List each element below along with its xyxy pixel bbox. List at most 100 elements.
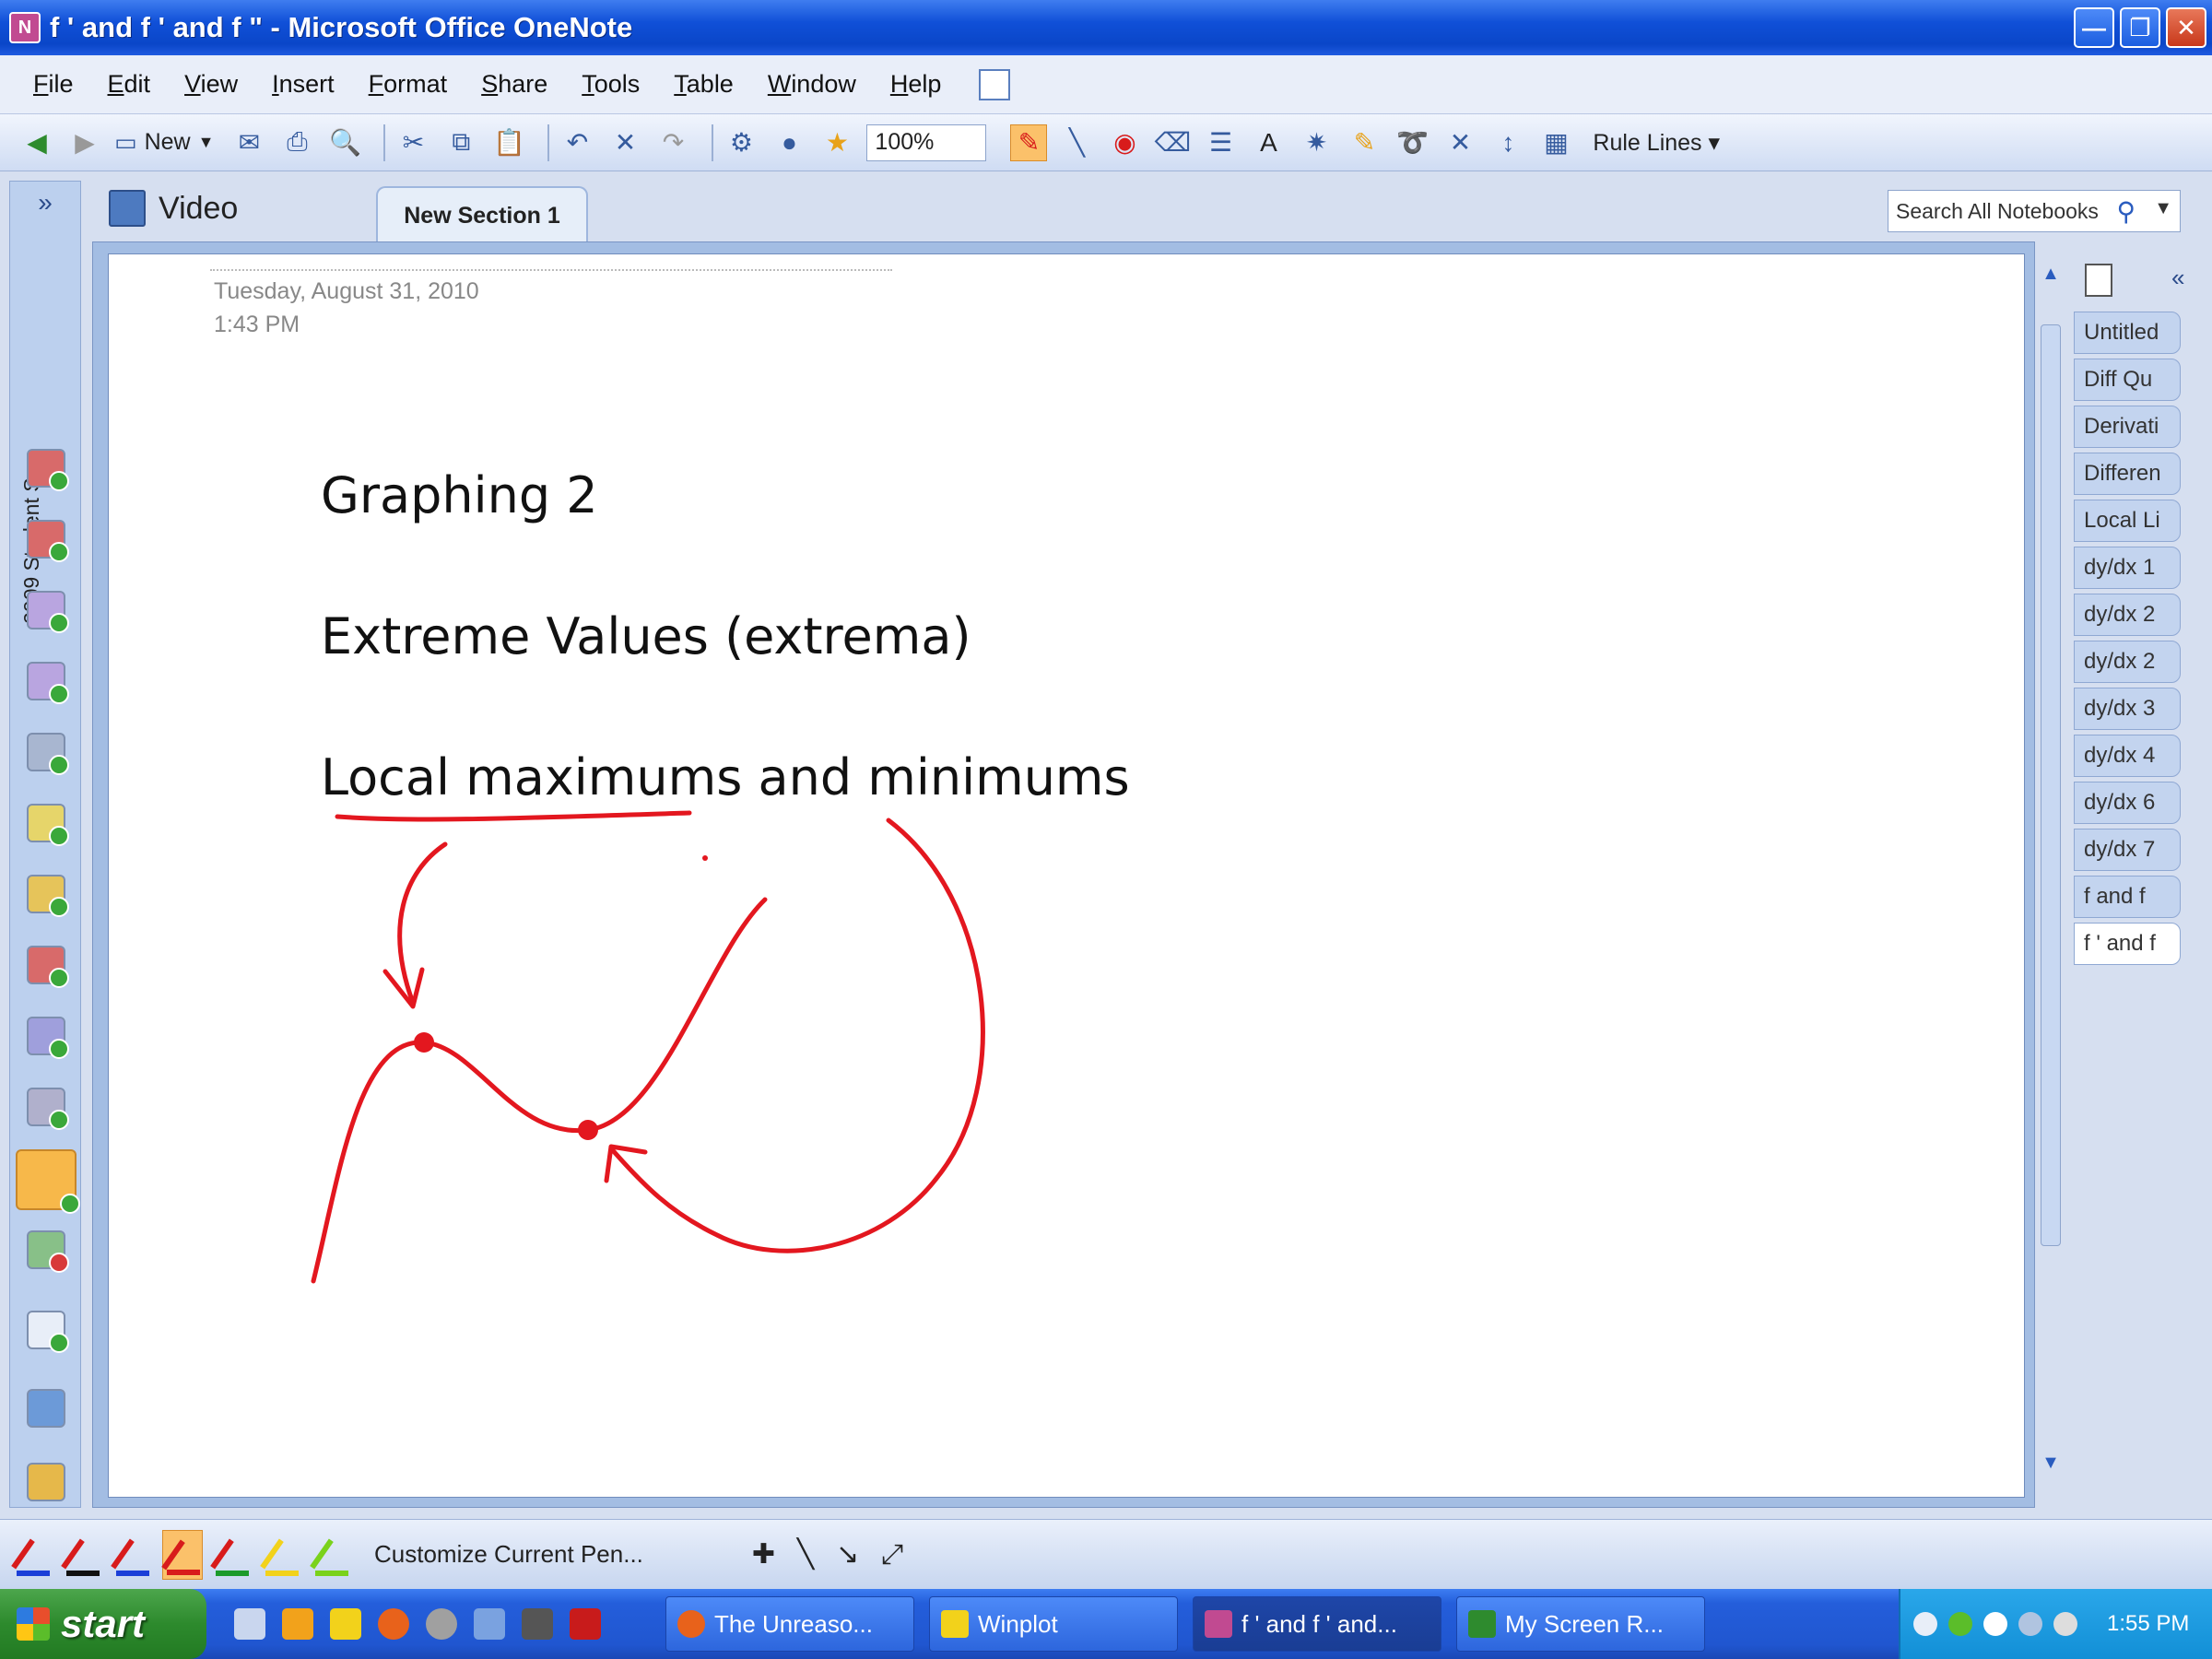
page-tab[interactable]: dy/dx 7 xyxy=(2074,829,2181,871)
page-tab[interactable]: f and f xyxy=(2074,876,2181,918)
chevron-down-icon[interactable]: ▼ xyxy=(2154,198,2172,219)
pen-red-black-icon[interactable] xyxy=(61,1530,103,1580)
page-tab[interactable]: Local Li xyxy=(2074,500,2181,542)
pen-green-icon[interactable] xyxy=(210,1530,253,1580)
section-icon[interactable] xyxy=(27,946,69,988)
show-desktop-icon[interactable] xyxy=(234,1608,265,1640)
section-icon[interactable] xyxy=(27,733,69,775)
firefox-icon[interactable] xyxy=(378,1608,409,1640)
section-icon[interactable] xyxy=(27,1311,69,1353)
undo-icon[interactable]: ↶ xyxy=(559,124,595,161)
insert-space-tool-icon[interactable]: ✚ xyxy=(752,1538,775,1571)
color-icon[interactable]: ◉ xyxy=(1106,124,1143,161)
highlighter-green-icon[interactable] xyxy=(310,1530,352,1580)
email-icon[interactable]: ✉ xyxy=(230,124,267,161)
close-button[interactable]: ✕ xyxy=(2166,7,2206,48)
redo-icon[interactable]: ↷ xyxy=(654,124,691,161)
tab-new-section-1[interactable]: New Section 1 xyxy=(376,186,588,243)
lasso-icon[interactable]: ➰ xyxy=(1394,124,1430,161)
new-button[interactable]: ▭ New ▼ xyxy=(114,128,214,157)
section-icon[interactable] xyxy=(27,591,69,633)
tray-icon[interactable] xyxy=(1913,1612,1937,1636)
collapse-page-tabs-icon[interactable]: « xyxy=(2171,264,2184,292)
sync-icon[interactable]: ⚙ xyxy=(723,124,759,161)
search-input[interactable]: Search All Notebooks ⚲ ▼ xyxy=(1888,190,2181,232)
vertical-scrollbar[interactable]: ▲ ▼ xyxy=(2037,260,2065,1504)
scroll-down-icon[interactable]: ▼ xyxy=(2037,1449,2065,1477)
restore-button[interactable]: ❐ xyxy=(2120,7,2160,48)
search-icon[interactable]: ⚲ xyxy=(2116,196,2136,227)
line-tool-icon[interactable]: ╲ xyxy=(797,1538,814,1571)
section-icon[interactable] xyxy=(27,662,69,704)
tray-icon[interactable] xyxy=(2053,1612,2077,1636)
menu-format[interactable]: Format xyxy=(369,70,448,99)
rule-lines-button[interactable]: Rule Lines ▾ xyxy=(1593,129,1720,157)
customize-pen-button[interactable]: Customize Current Pen... xyxy=(374,1540,643,1569)
page-tab[interactable]: dy/dx 2 xyxy=(2074,641,2181,683)
forward-icon[interactable]: ▶ xyxy=(66,124,103,161)
line-weight-icon[interactable]: ☰ xyxy=(1202,124,1239,161)
page-tab[interactable]: dy/dx 1 xyxy=(2074,547,2181,589)
print-preview-icon[interactable]: 🔍 xyxy=(326,124,363,161)
section-icon[interactable] xyxy=(27,449,69,491)
menu-tools[interactable]: Tools xyxy=(582,70,640,99)
page-tab-active[interactable]: f ' and f xyxy=(2074,923,2181,965)
scroll-up-icon[interactable]: ▲ xyxy=(2037,260,2065,288)
page-tab[interactable]: dy/dx 6 xyxy=(2074,782,2181,824)
unfiled-notes-icon[interactable] xyxy=(27,1389,65,1428)
network-icon[interactable] xyxy=(474,1608,505,1640)
menu-window[interactable]: Window xyxy=(768,70,856,99)
section-icon[interactable] xyxy=(27,1230,69,1273)
eraser-icon[interactable]: ⌫ xyxy=(1154,124,1192,161)
active-notebook-icon[interactable] xyxy=(16,1149,80,1214)
page-tab[interactable]: Diff Qu xyxy=(2074,359,2181,401)
expand-navigation-icon[interactable]: » xyxy=(10,182,80,224)
new-page-icon[interactable] xyxy=(2085,264,2112,297)
minimize-button[interactable]: — xyxy=(2074,7,2114,48)
menu-edit[interactable]: Edit xyxy=(108,70,151,99)
highlighter-yellow-icon[interactable] xyxy=(260,1530,302,1580)
page-tab[interactable]: Untitled xyxy=(2074,312,2181,354)
font-size-icon[interactable]: A xyxy=(1250,124,1287,161)
menu-help[interactable]: Help xyxy=(890,70,942,99)
media-icon[interactable] xyxy=(426,1608,457,1640)
delete-icon[interactable]: ✕ xyxy=(606,124,643,161)
messenger-icon[interactable] xyxy=(282,1608,313,1640)
section-icon[interactable] xyxy=(27,875,69,917)
scroll-thumb[interactable] xyxy=(2041,324,2061,1246)
audio-record-icon[interactable]: ● xyxy=(771,124,807,161)
table-icon[interactable]: ▦ xyxy=(1537,124,1574,161)
highlighter-icon[interactable]: ✎ xyxy=(1346,124,1382,161)
page-tab[interactable]: dy/dx 4 xyxy=(2074,735,2181,777)
winplot-icon[interactable] xyxy=(330,1608,361,1640)
pen-red-blue-icon[interactable] xyxy=(11,1530,53,1580)
menu-insert[interactable]: Insert xyxy=(272,70,335,99)
page-tab[interactable]: Derivati xyxy=(2074,406,2181,448)
notebook-title[interactable]: Video xyxy=(109,190,238,227)
page-tab[interactable]: Differen xyxy=(2074,453,2181,495)
all-notebooks-icon[interactable] xyxy=(27,1463,65,1501)
zoom-select[interactable]: 100% xyxy=(866,124,987,161)
pen-red-active-icon[interactable] xyxy=(161,1529,203,1580)
back-icon[interactable]: ◀ xyxy=(18,124,55,161)
cut-icon[interactable]: ✂ xyxy=(394,124,431,161)
menu-view[interactable]: View xyxy=(184,70,238,99)
filezilla-icon[interactable] xyxy=(570,1608,601,1640)
tray-icon[interactable] xyxy=(1948,1612,1972,1636)
section-icon[interactable] xyxy=(27,520,69,562)
line-icon[interactable]: ╲ xyxy=(1058,124,1095,161)
task-onenote[interactable]: f ' and f ' and... xyxy=(1193,1596,1441,1652)
page-tab[interactable]: dy/dx 3 xyxy=(2074,688,2181,730)
menu-table[interactable]: Table xyxy=(674,70,734,99)
full-page-view-icon[interactable] xyxy=(979,68,1011,100)
note-page[interactable]: Tuesday, August 31, 2010 1:43 PM Graphin… xyxy=(108,253,2025,1498)
section-icon[interactable] xyxy=(27,1017,69,1059)
tag-star-icon[interactable]: ★ xyxy=(818,124,855,161)
onenote-app-icon[interactable]: N xyxy=(9,12,41,43)
section-icon[interactable] xyxy=(27,804,69,846)
tray-icon[interactable] xyxy=(1983,1612,2007,1636)
copy-icon[interactable]: ⧉ xyxy=(442,124,479,161)
tools-icon[interactable] xyxy=(522,1608,553,1640)
task-screen-recorder[interactable]: My Screen R... xyxy=(1456,1596,1705,1652)
double-arrow-tool-icon[interactable]: ⤢ xyxy=(881,1539,903,1571)
